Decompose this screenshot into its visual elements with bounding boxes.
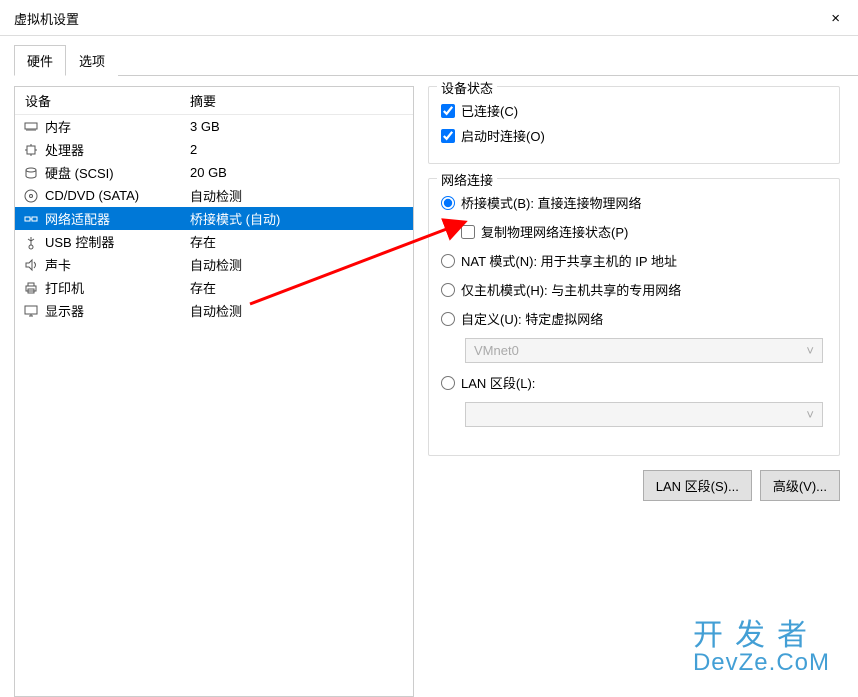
header-device: 设备 (15, 91, 190, 110)
replicate-checkbox[interactable] (461, 225, 475, 239)
custom-label: 自定义(U): 特定虚拟网络 (461, 309, 603, 328)
device-name-label: 打印机 (45, 278, 190, 297)
device-summary-label: 20 GB (190, 165, 413, 180)
nat-radio[interactable] (441, 254, 455, 268)
connected-checkbox-row[interactable]: 已连接(C) (441, 101, 827, 120)
custom-network-value: VMnet0 (474, 343, 519, 358)
nat-radio-row[interactable]: NAT 模式(N): 用于共享主机的 IP 地址 (441, 251, 827, 270)
connect-at-power-label: 启动时连接(O) (461, 126, 545, 145)
device-status-group: 设备状态 已连接(C) 启动时连接(O) (428, 86, 840, 164)
lan-segment-dropdown: ˅ (465, 402, 823, 427)
device-summary-label: 存在 (190, 232, 413, 251)
device-summary-label: 自动检测 (190, 255, 413, 274)
connected-label: 已连接(C) (461, 101, 518, 120)
device-row-cddvd[interactable]: CD/DVD (SATA) 自动检测 (15, 184, 413, 207)
memory-icon (23, 119, 39, 135)
lan-segment-radio-row[interactable]: LAN 区段(L): (441, 373, 827, 392)
group-title: 设备状态 (437, 78, 497, 97)
device-name-label: 硬盘 (SCSI) (45, 163, 190, 182)
lan-segment-label: LAN 区段(L): (461, 373, 535, 392)
tabs: 硬件 选项 (14, 44, 858, 76)
custom-radio-row[interactable]: 自定义(U): 特定虚拟网络 (441, 309, 827, 328)
device-row-disk[interactable]: 硬盘 (SCSI) 20 GB (15, 161, 413, 184)
header-summary: 摘要 (190, 91, 413, 110)
cpu-icon (23, 142, 39, 158)
device-name-label: 声卡 (45, 255, 190, 274)
connected-checkbox[interactable] (441, 104, 455, 118)
tab-hardware[interactable]: 硬件 (14, 45, 66, 76)
device-name-label: USB 控制器 (45, 232, 190, 251)
custom-radio[interactable] (441, 312, 455, 326)
device-name-label: 内存 (45, 117, 190, 136)
disc-icon (23, 188, 39, 204)
chevron-down-icon: ˅ (806, 407, 814, 422)
device-summary-label: 2 (190, 142, 413, 157)
table-header: 设备 摘要 (15, 87, 413, 115)
settings-panel: 设备状态 已连接(C) 启动时连接(O) 网络连接 桥接模式(B): 直接连接物… (424, 86, 844, 697)
tab-options[interactable]: 选项 (66, 45, 118, 76)
network-connection-group: 网络连接 桥接模式(B): 直接连接物理网络 复制物理网络连接状态(P) NAT… (428, 178, 840, 456)
device-summary-label: 存在 (190, 278, 413, 297)
hostonly-radio[interactable] (441, 283, 455, 297)
nat-label: NAT 模式(N): 用于共享主机的 IP 地址 (461, 251, 677, 270)
device-summary-label: 3 GB (190, 119, 413, 134)
device-list-panel: 设备 摘要 内存 3 GB 处理器 2 硬盘 (SCSI) 20 GB CD/D… (14, 86, 414, 697)
usb-icon (23, 234, 39, 250)
close-button[interactable]: × (825, 8, 846, 29)
device-row-sound[interactable]: 声卡 自动检测 (15, 253, 413, 276)
titlebar: 虚拟机设置 × (0, 0, 858, 36)
replicate-checkbox-row[interactable]: 复制物理网络连接状态(P) (461, 222, 827, 241)
device-name-label: 处理器 (45, 140, 190, 159)
advanced-button[interactable]: 高级(V)... (760, 470, 840, 501)
printer-icon (23, 280, 39, 296)
display-icon (23, 303, 39, 319)
device-row-usb[interactable]: USB 控制器 存在 (15, 230, 413, 253)
sound-icon (23, 257, 39, 273)
button-row: LAN 区段(S)... 高级(V)... (428, 470, 840, 501)
network-icon (23, 211, 39, 227)
bridged-radio-row[interactable]: 桥接模式(B): 直接连接物理网络 (441, 193, 827, 212)
disk-icon (23, 165, 39, 181)
device-summary-label: 自动检测 (190, 186, 413, 205)
window-title: 虚拟机设置 (14, 9, 79, 28)
bridged-label: 桥接模式(B): 直接连接物理网络 (461, 193, 642, 212)
group-title: 网络连接 (437, 170, 497, 189)
device-row-display[interactable]: 显示器 自动检测 (15, 299, 413, 322)
chevron-down-icon: ˅ (806, 343, 814, 358)
device-row-cpu[interactable]: 处理器 2 (15, 138, 413, 161)
device-summary-label: 自动检测 (190, 301, 413, 320)
hostonly-radio-row[interactable]: 仅主机模式(H): 与主机共享的专用网络 (441, 280, 827, 299)
device-name-label: CD/DVD (SATA) (45, 188, 190, 203)
custom-network-dropdown: VMnet0 ˅ (465, 338, 823, 363)
device-row-printer[interactable]: 打印机 存在 (15, 276, 413, 299)
connect-at-power-checkbox[interactable] (441, 129, 455, 143)
device-row-memory[interactable]: 内存 3 GB (15, 115, 413, 138)
lan-segment-radio[interactable] (441, 376, 455, 390)
device-row-network[interactable]: 网络适配器 桥接模式 (自动) (15, 207, 413, 230)
device-name-label: 显示器 (45, 301, 190, 320)
bridged-radio[interactable] (441, 196, 455, 210)
replicate-label: 复制物理网络连接状态(P) (481, 222, 628, 241)
lan-segments-button[interactable]: LAN 区段(S)... (643, 470, 752, 501)
hostonly-label: 仅主机模式(H): 与主机共享的专用网络 (461, 280, 681, 299)
device-name-label: 网络适配器 (45, 209, 190, 228)
device-summary-label: 桥接模式 (自动) (190, 209, 413, 228)
content-area: 设备 摘要 内存 3 GB 处理器 2 硬盘 (SCSI) 20 GB CD/D… (0, 76, 858, 697)
connect-at-power-checkbox-row[interactable]: 启动时连接(O) (441, 126, 827, 145)
